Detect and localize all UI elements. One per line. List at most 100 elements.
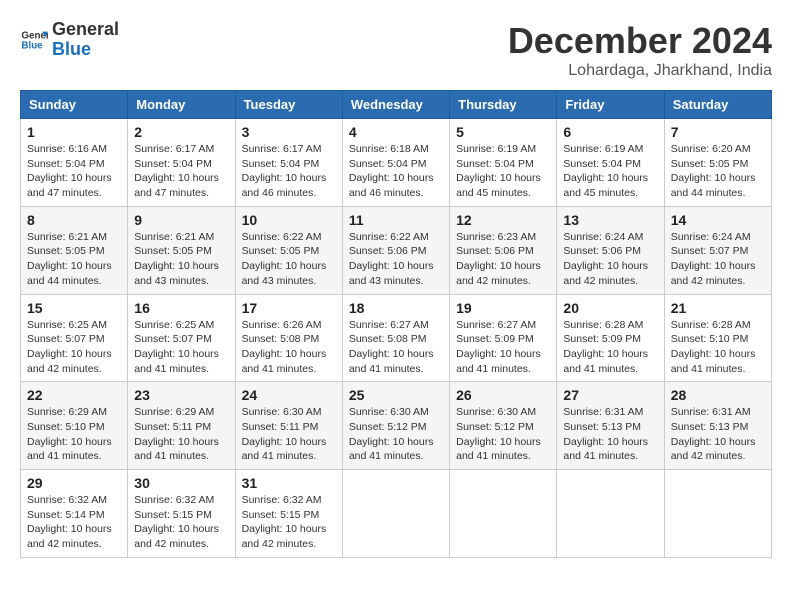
day-info: Sunrise: 6:25 AMSunset: 5:07 PMDaylight:…: [27, 319, 112, 375]
table-row: 14 Sunrise: 6:24 AMSunset: 5:07 PMDayligh…: [664, 206, 771, 294]
day-number: 27: [563, 387, 657, 403]
day-number: 17: [242, 300, 336, 316]
calendar-table: Sunday Monday Tuesday Wednesday Thursday…: [20, 90, 772, 558]
logo: General Blue General Blue: [20, 20, 119, 60]
day-number: 9: [134, 212, 228, 228]
logo-general: General: [52, 20, 119, 40]
day-info: Sunrise: 6:24 AMSunset: 5:07 PMDaylight:…: [671, 231, 756, 287]
day-number: 1: [27, 124, 121, 140]
table-row: 19Sunrise: 6:27 AMSunset: 5:09 PMDayligh…: [450, 294, 557, 382]
day-number: 22: [27, 387, 121, 403]
day-info: Sunrise: 6:23 AMSunset: 5:06 PMDaylight:…: [456, 231, 541, 287]
calendar-week-row: 29 Sunrise: 6:32 AMSunset: 5:14 PMDayligh…: [21, 470, 772, 558]
table-row: 9 Sunrise: 6:21 AMSunset: 5:05 PMDaylight…: [128, 206, 235, 294]
col-saturday: Saturday: [664, 91, 771, 119]
table-row: 23 Sunrise: 6:29 AMSunset: 5:11 PMDayligh…: [128, 382, 235, 470]
day-info: Sunrise: 6:28 AMSunset: 5:09 PMDaylight:…: [563, 319, 648, 375]
day-info: Sunrise: 6:27 AMSunset: 5:08 PMDaylight:…: [349, 319, 434, 375]
col-sunday: Sunday: [21, 91, 128, 119]
day-number: 13: [563, 212, 657, 228]
table-row: 20 Sunrise: 6:28 AMSunset: 5:09 PMDayligh…: [557, 294, 664, 382]
day-info: Sunrise: 6:28 AMSunset: 5:10 PMDaylight:…: [671, 319, 756, 375]
col-tuesday: Tuesday: [235, 91, 342, 119]
table-row: 12 Sunrise: 6:23 AMSunset: 5:06 PMDayligh…: [450, 206, 557, 294]
table-row: [450, 470, 557, 558]
month-title: December 2024: [508, 20, 772, 62]
table-row: 11Sunrise: 6:22 AMSunset: 5:06 PMDayligh…: [342, 206, 449, 294]
logo-icon: General Blue: [20, 26, 48, 54]
table-row: 24 Sunrise: 6:30 AMSunset: 5:11 PMDayligh…: [235, 382, 342, 470]
day-number: 19: [456, 300, 550, 316]
day-number: 24: [242, 387, 336, 403]
table-row: 17 Sunrise: 6:26 AMSunset: 5:08 PMDayligh…: [235, 294, 342, 382]
day-number: 31: [242, 475, 336, 491]
table-row: 2 Sunrise: 6:17 AMSunset: 5:04 PMDaylight…: [128, 119, 235, 207]
table-row: 15 Sunrise: 6:25 AMSunset: 5:07 PMDayligh…: [21, 294, 128, 382]
day-number: 18: [349, 300, 443, 316]
day-number: 11: [349, 212, 443, 228]
day-info: Sunrise: 6:17 AMSunset: 5:04 PMDaylight:…: [134, 143, 219, 199]
day-number: 12: [456, 212, 550, 228]
calendar-week-row: 22 Sunrise: 6:29 AMSunset: 5:10 PMDayligh…: [21, 382, 772, 470]
table-row: [557, 470, 664, 558]
day-number: 30: [134, 475, 228, 491]
table-row: 10 Sunrise: 6:22 AMSunset: 5:05 PMDayligh…: [235, 206, 342, 294]
day-number: 5: [456, 124, 550, 140]
table-row: 5 Sunrise: 6:19 AMSunset: 5:04 PMDaylight…: [450, 119, 557, 207]
table-row: 29 Sunrise: 6:32 AMSunset: 5:14 PMDayligh…: [21, 470, 128, 558]
location: Lohardaga, Jharkhand, India: [508, 62, 772, 80]
table-row: [664, 470, 771, 558]
day-number: 26: [456, 387, 550, 403]
day-info: Sunrise: 6:22 AMSunset: 5:05 PMDaylight:…: [242, 231, 327, 287]
day-info: Sunrise: 6:30 AMSunset: 5:12 PMDaylight:…: [349, 406, 434, 462]
table-row: 21 Sunrise: 6:28 AMSunset: 5:10 PMDayligh…: [664, 294, 771, 382]
day-info: Sunrise: 6:31 AMSunset: 5:13 PMDaylight:…: [671, 406, 756, 462]
day-info: Sunrise: 6:29 AMSunset: 5:10 PMDaylight:…: [27, 406, 112, 462]
day-number: 20: [563, 300, 657, 316]
table-row: 6Sunrise: 6:19 AMSunset: 5:04 PMDaylight…: [557, 119, 664, 207]
table-row: 28 Sunrise: 6:31 AMSunset: 5:13 PMDayligh…: [664, 382, 771, 470]
day-number: 2: [134, 124, 228, 140]
col-wednesday: Wednesday: [342, 91, 449, 119]
day-info: Sunrise: 6:31 AMSunset: 5:13 PMDaylight:…: [563, 406, 648, 462]
day-number: 16: [134, 300, 228, 316]
day-info: Sunrise: 6:32 AMSunset: 5:14 PMDaylight:…: [27, 494, 112, 550]
table-row: 3Sunrise: 6:17 AMSunset: 5:04 PMDaylight…: [235, 119, 342, 207]
table-row: 13 Sunrise: 6:24 AMSunset: 5:06 PMDayligh…: [557, 206, 664, 294]
day-number: 23: [134, 387, 228, 403]
day-info: Sunrise: 6:30 AMSunset: 5:11 PMDaylight:…: [242, 406, 327, 462]
table-row: 31 Sunrise: 6:32 AMSunset: 5:15 PMDayligh…: [235, 470, 342, 558]
table-row: [342, 470, 449, 558]
day-info: Sunrise: 6:32 AMSunset: 5:15 PMDaylight:…: [242, 494, 327, 550]
day-number: 10: [242, 212, 336, 228]
table-row: 27 Sunrise: 6:31 AMSunset: 5:13 PMDayligh…: [557, 382, 664, 470]
col-thursday: Thursday: [450, 91, 557, 119]
day-number: 29: [27, 475, 121, 491]
day-info: Sunrise: 6:21 AMSunset: 5:05 PMDaylight:…: [27, 231, 112, 287]
day-number: 15: [27, 300, 121, 316]
day-number: 14: [671, 212, 765, 228]
day-info: Sunrise: 6:24 AMSunset: 5:06 PMDaylight:…: [563, 231, 648, 287]
calendar-week-row: 1 Sunrise: 6:16 AMSunset: 5:04 PMDaylight…: [21, 119, 772, 207]
day-info: Sunrise: 6:30 AMSunset: 5:12 PMDaylight:…: [456, 406, 541, 462]
day-number: 21: [671, 300, 765, 316]
day-info: Sunrise: 6:32 AMSunset: 5:15 PMDaylight:…: [134, 494, 219, 550]
day-info: Sunrise: 6:21 AMSunset: 5:05 PMDaylight:…: [134, 231, 219, 287]
page-header: General Blue General Blue December 2024 …: [20, 20, 772, 80]
day-info: Sunrise: 6:25 AMSunset: 5:07 PMDaylight:…: [134, 319, 219, 375]
day-number: 3: [242, 124, 336, 140]
day-number: 8: [27, 212, 121, 228]
day-info: Sunrise: 6:16 AMSunset: 5:04 PMDaylight:…: [27, 143, 112, 199]
table-row: 8 Sunrise: 6:21 AMSunset: 5:05 PMDaylight…: [21, 206, 128, 294]
day-number: 28: [671, 387, 765, 403]
table-row: 22 Sunrise: 6:29 AMSunset: 5:10 PMDayligh…: [21, 382, 128, 470]
day-info: Sunrise: 6:29 AMSunset: 5:11 PMDaylight:…: [134, 406, 219, 462]
day-info: Sunrise: 6:26 AMSunset: 5:08 PMDaylight:…: [242, 319, 327, 375]
table-row: 4Sunrise: 6:18 AMSunset: 5:04 PMDaylight…: [342, 119, 449, 207]
day-info: Sunrise: 6:19 AMSunset: 5:04 PMDaylight:…: [456, 143, 541, 199]
day-number: 4: [349, 124, 443, 140]
calendar-header-row: Sunday Monday Tuesday Wednesday Thursday…: [21, 91, 772, 119]
table-row: 16 Sunrise: 6:25 AMSunset: 5:07 PMDayligh…: [128, 294, 235, 382]
table-row: 1 Sunrise: 6:16 AMSunset: 5:04 PMDaylight…: [21, 119, 128, 207]
calendar-week-row: 15 Sunrise: 6:25 AMSunset: 5:07 PMDayligh…: [21, 294, 772, 382]
